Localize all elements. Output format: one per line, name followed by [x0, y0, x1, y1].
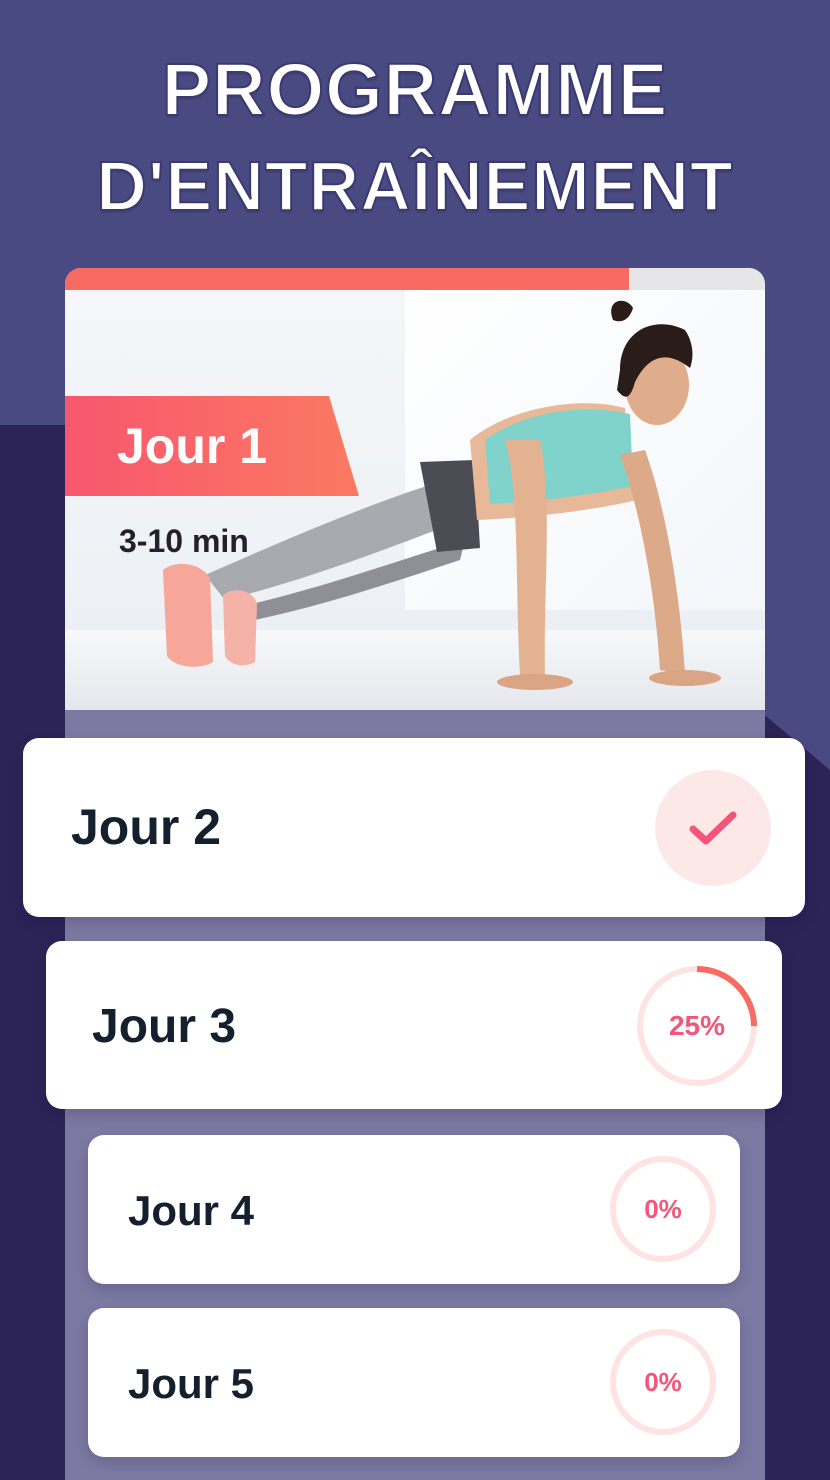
day-1-hero-card[interactable]: Jour 1 3-10 min: [65, 290, 765, 710]
day-card-label: Jour 3: [92, 1000, 237, 1053]
day-card-5[interactable]: Jour 5 0%: [88, 1308, 740, 1457]
page-headline: PROGRAMME D'ENTRAÎNEMENT: [0, 42, 830, 234]
headline-line-1: PROGRAMME: [161, 47, 669, 132]
progress-percent: 0%: [644, 1366, 682, 1397]
progress-percent: 25%: [668, 1010, 726, 1041]
day-ribbon: Jour 1: [65, 396, 359, 496]
day-card-4[interactable]: Jour 4 0%: [88, 1135, 740, 1284]
check-icon: [689, 811, 737, 845]
progress-ring: 0%: [609, 1155, 717, 1263]
plank-workout-illustration: [163, 300, 721, 690]
progress-ring: 25%: [636, 965, 758, 1087]
completed-badge: [655, 770, 771, 886]
program-progress-bar: [65, 268, 765, 290]
headline-line-2: D'ENTRAÎNEMENT: [95, 146, 734, 226]
progress-ring: 0%: [609, 1328, 717, 1436]
day-card-label: Jour 4: [128, 1187, 255, 1234]
day-card-label: Jour 2: [71, 799, 222, 855]
progress-percent: 0%: [644, 1193, 682, 1224]
day-duration: 3-10 min: [119, 523, 249, 559]
day-card-2[interactable]: Jour 2: [23, 738, 805, 917]
program-progress-fill: [65, 268, 629, 290]
day-card-3[interactable]: Jour 3 25%: [46, 941, 782, 1109]
day-card-label: Jour 5: [128, 1360, 255, 1407]
